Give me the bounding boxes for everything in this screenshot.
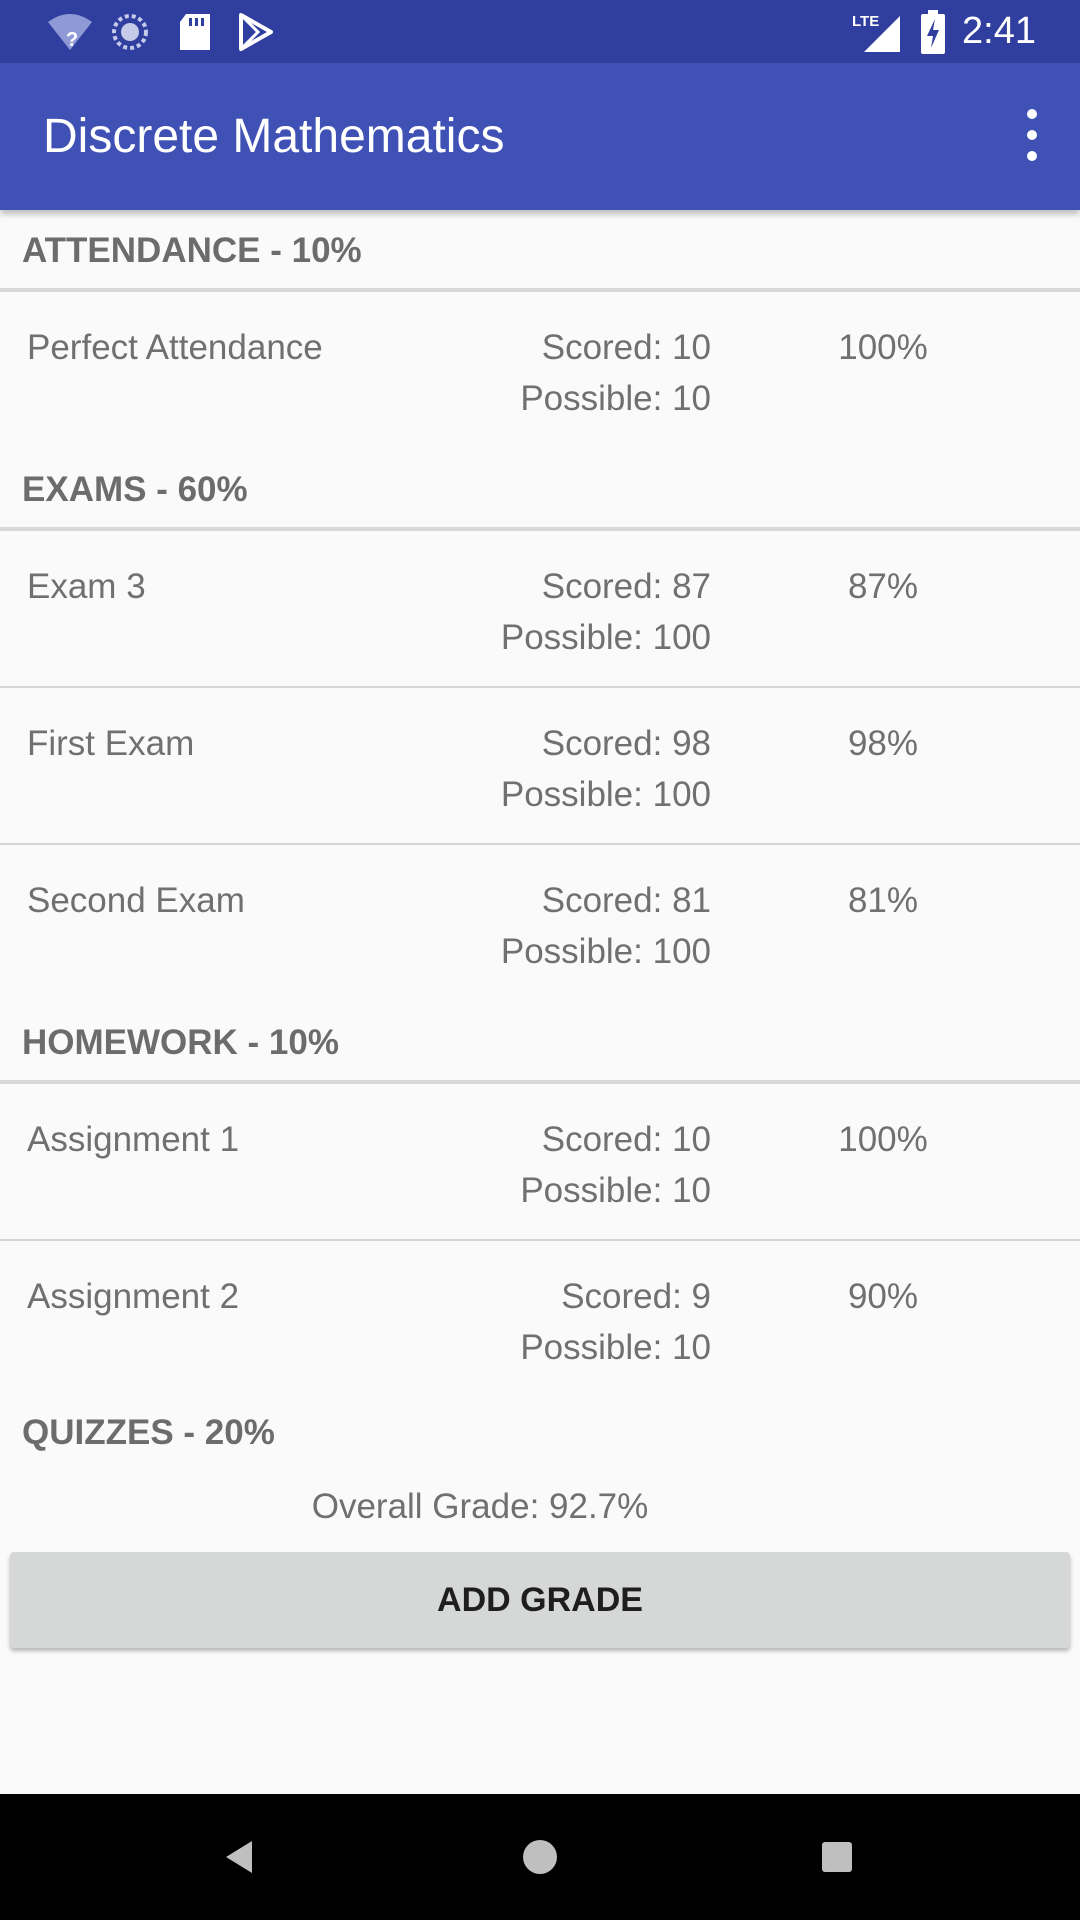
- grade-row[interactable]: First Exam Scored: 98 Possible: 100 98%: [0, 688, 1080, 845]
- grade-possible: Possible: 10: [520, 1328, 711, 1367]
- app-bar: Discrete Mathematics: [0, 63, 1080, 210]
- grade-scored: Scored: 9: [561, 1277, 711, 1316]
- grade-name: Assignment 1: [27, 1120, 240, 1159]
- grade-percent: 98%: [847, 724, 919, 763]
- grades-list: ATTENDANCE - 10% Perfect Attendance Scor…: [0, 210, 1080, 1464]
- grade-percent: 81%: [847, 881, 919, 920]
- grade-scored: Scored: 10: [541, 328, 711, 367]
- grade-possible: Possible: 10: [520, 379, 711, 418]
- add-grade-button[interactable]: ADD GRADE: [10, 1552, 1070, 1648]
- overall-grade: Overall Grade: 92.7%: [311, 1487, 649, 1526]
- grade-name: First Exam: [27, 724, 195, 763]
- clock: 2:41: [962, 10, 1036, 52]
- page-title: Discrete Mathematics: [43, 110, 505, 163]
- grade-scored: Scored: 98: [541, 724, 711, 763]
- grade-row[interactable]: Assignment 1 Scored: 10 Possible: 10 100…: [0, 1084, 1080, 1241]
- grade-row[interactable]: Second Exam Scored: 81 Possible: 100 81%: [0, 845, 1080, 1002]
- status-bar: ? LTE 2:41: [0, 0, 1080, 63]
- sd-card-icon: [178, 12, 212, 57]
- svg-text:?: ?: [66, 29, 78, 51]
- lte-signal-icon: LTE: [852, 10, 902, 59]
- grade-possible: Possible: 100: [500, 775, 711, 814]
- grade-scored: Scored: 87: [541, 567, 711, 606]
- grade-possible: Possible: 100: [500, 618, 711, 657]
- section-header-homework: HOMEWORK - 10%: [0, 1002, 1080, 1084]
- sync-icon: [110, 12, 150, 57]
- svg-text:LTE: LTE: [852, 13, 879, 30]
- grade-scored: Scored: 10: [541, 1120, 711, 1159]
- grade-scored: Scored: 81: [541, 881, 711, 920]
- grade-possible: Possible: 10: [520, 1171, 711, 1210]
- grade-percent: 90%: [847, 1277, 919, 1316]
- grade-percent: 87%: [847, 567, 919, 606]
- grade-name: Second Exam: [27, 881, 245, 920]
- battery-charging-icon: [920, 10, 946, 59]
- more-vert-icon[interactable]: [1008, 103, 1056, 167]
- grade-percent: 100%: [838, 328, 928, 367]
- recents-icon[interactable]: [757, 1794, 917, 1920]
- grade-row[interactable]: Assignment 2 Scored: 9 Possible: 10 90%: [0, 1241, 1080, 1398]
- grade-row[interactable]: Exam 3 Scored: 87 Possible: 100 87%: [0, 531, 1080, 688]
- grade-percent: 100%: [838, 1120, 928, 1159]
- grade-row[interactable]: Perfect Attendance Scored: 10 Possible: …: [0, 292, 1080, 449]
- section-header-exams: EXAMS - 60%: [0, 449, 1080, 531]
- section-header-attendance: ATTENDANCE - 10%: [0, 210, 1080, 292]
- grade-possible: Possible: 100: [500, 932, 711, 971]
- grade-name: Perfect Attendance: [27, 328, 323, 367]
- play-store-icon: [238, 12, 274, 57]
- wifi-unknown-icon: ?: [46, 12, 94, 57]
- grade-name: Exam 3: [27, 567, 146, 606]
- section-header-quizzes: QUIZZES - 20%: [22, 1413, 275, 1452]
- home-icon[interactable]: [460, 1794, 620, 1920]
- navigation-bar: [0, 1794, 1080, 1920]
- grade-name: Assignment 2: [27, 1277, 240, 1316]
- back-icon[interactable]: [160, 1794, 320, 1920]
